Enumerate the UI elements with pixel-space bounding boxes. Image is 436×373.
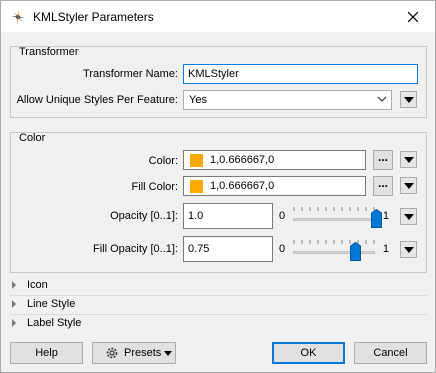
chevron-right-icon <box>12 281 16 289</box>
opacity-slider-max: 1 <box>382 210 389 222</box>
section-line-style[interactable]: Line Style <box>12 297 427 313</box>
unique-styles-value: Yes <box>189 94 207 106</box>
fill-opacity-slider-min: 0 <box>279 243 286 255</box>
chevron-right-icon <box>12 300 16 308</box>
fill-opacity-slider-thumb[interactable] <box>350 242 361 261</box>
triangle-down-icon <box>403 246 414 253</box>
triangle-down-icon <box>403 156 414 163</box>
opacity-input[interactable]: 1.0 <box>183 203 273 229</box>
close-icon <box>408 11 418 22</box>
color-group-title: Color <box>19 132 46 144</box>
divider <box>10 295 427 296</box>
color-picker-button[interactable]: ... <box>373 150 393 170</box>
color-field[interactable]: 1,0.666667,0 <box>183 150 366 170</box>
fill-opacity-input[interactable]: 0.75 <box>183 236 273 262</box>
section-icon-label: Icon <box>27 279 48 291</box>
transformer-name-label: Transformer Name: <box>83 68 178 80</box>
presets-button[interactable]: Presets <box>92 342 176 364</box>
fill-opacity-slider[interactable]: 0 1 <box>279 240 389 261</box>
slider-ticks <box>293 240 375 244</box>
triangle-down-icon <box>403 182 414 189</box>
chevron-down-icon <box>377 96 387 102</box>
transformer-group: Transformer Transformer Name: KMLStyler … <box>10 46 427 118</box>
cancel-button[interactable]: Cancel <box>354 342 427 364</box>
section-label-style-label: Label Style <box>27 317 82 329</box>
color-menu-button[interactable] <box>400 151 417 168</box>
fme-workbench-icon <box>11 10 25 24</box>
unique-styles-menu-button[interactable] <box>400 91 417 108</box>
fill-opacity-menu-button[interactable] <box>400 241 417 258</box>
opacity-label: Opacity [0..1]: <box>110 210 178 222</box>
color-value: 1,0.666667,0 <box>210 154 275 166</box>
slider-ticks <box>293 207 375 211</box>
color-label: Color: <box>148 155 178 167</box>
slider-track <box>293 251 375 254</box>
opacity-slider-rail <box>293 207 382 228</box>
section-label-style[interactable]: Label Style <box>12 316 427 332</box>
section-line-style-label: Line Style <box>27 298 76 310</box>
divider <box>10 314 427 315</box>
unique-styles-select[interactable]: Yes <box>183 90 392 110</box>
window-title: KMLStyler Parameters <box>33 10 154 24</box>
color-group: Color Color: 1,0.666667,0 ... Fill Color… <box>10 132 427 273</box>
triangle-down-icon <box>403 213 414 220</box>
fill-color-swatch <box>190 180 203 193</box>
opacity-slider-thumb[interactable] <box>370 209 382 228</box>
fill-opacity-slider-rail <box>293 240 375 261</box>
fill-color-picker-button[interactable]: ... <box>373 176 393 196</box>
unique-styles-label: Allow Unique Styles Per Feature: <box>16 94 178 106</box>
opacity-menu-button[interactable] <box>400 208 417 225</box>
section-icon[interactable]: Icon <box>12 278 427 294</box>
color-swatch <box>190 154 203 167</box>
fill-opacity-label: Fill Opacity [0..1]: <box>93 243 178 255</box>
opacity-slider-min: 0 <box>279 210 286 222</box>
ok-button[interactable]: OK <box>272 342 345 364</box>
presets-label: Presets <box>124 347 162 359</box>
fill-color-menu-button[interactable] <box>400 177 417 194</box>
dialog-window: KMLStyler Parameters Transformer Transfo… <box>0 0 436 373</box>
help-button[interactable]: Help <box>10 342 83 364</box>
gear-icon <box>106 347 118 359</box>
fill-opacity-slider-max: 1 <box>382 243 389 255</box>
opacity-slider[interactable]: 0 1 <box>279 207 389 228</box>
chevron-right-icon <box>12 319 16 327</box>
caret-down-icon <box>164 351 172 356</box>
close-button[interactable] <box>391 1 435 32</box>
fill-color-field[interactable]: 1,0.666667,0 <box>183 176 366 196</box>
slider-track <box>293 218 375 221</box>
transformer-name-input[interactable]: KMLStyler <box>183 64 418 84</box>
fill-color-value: 1,0.666667,0 <box>210 180 275 192</box>
transformer-group-title: Transformer <box>19 46 79 58</box>
triangle-down-icon <box>403 96 414 103</box>
fill-color-label: Fill Color: <box>131 181 178 193</box>
title-bar: KMLStyler Parameters <box>1 1 435 32</box>
